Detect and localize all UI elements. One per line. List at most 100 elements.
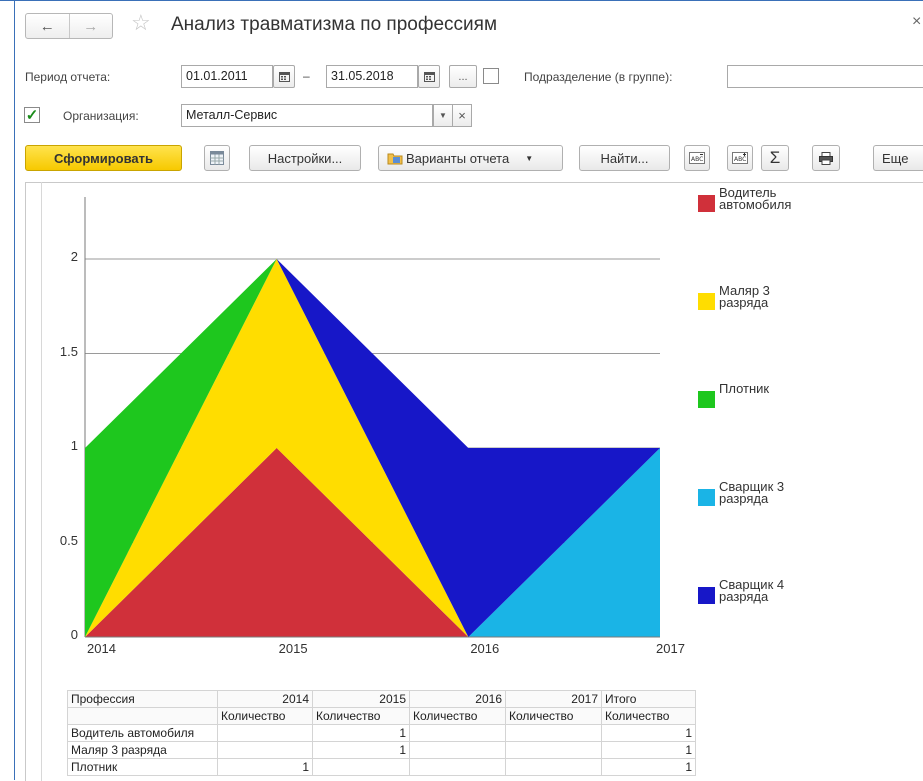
x-tick-label: 2015 — [278, 641, 308, 656]
forward-button[interactable]: → — [68, 14, 113, 38]
table-cell: Количество — [505, 707, 602, 725]
report-variants-button[interactable]: Варианты отчета ▼ — [378, 145, 563, 171]
settings-button[interactable]: Настройки... — [249, 145, 361, 171]
table-cell — [217, 724, 313, 742]
table-cell — [67, 707, 218, 725]
folder-icon — [387, 153, 403, 165]
table-cell: 1 — [217, 758, 313, 776]
legend-item: Водитель автомобиля — [698, 185, 819, 212]
table-cell: 1 — [601, 724, 696, 742]
period-select-button[interactable]: ... — [449, 65, 477, 88]
collapse-groups-button[interactable]: ABC — [684, 145, 710, 171]
x-tick-label: 2017 — [656, 641, 685, 656]
table-row: Плотник 1 1 — [67, 758, 696, 776]
legend-label: Сварщик 4 разряда — [719, 577, 785, 604]
table-cell — [409, 758, 506, 776]
x-tick-label: 2016 — [470, 641, 500, 656]
legend-swatch — [698, 293, 715, 310]
calendar-icon — [423, 72, 435, 82]
y-tick-label: 0.5 — [59, 532, 78, 548]
table-cell — [312, 758, 410, 776]
calendar-to-button[interactable] — [418, 65, 440, 88]
table-cell: 1 — [312, 724, 410, 742]
report-table: Профессия 2014 2015 2016 2017 Итого Количество… — [67, 690, 696, 776]
division-label: Подразделение (в группе): — [524, 70, 673, 84]
table-cell: Количество — [217, 707, 313, 725]
table-cell: 1 — [601, 758, 696, 776]
table-row: Маляр 3 разряда 1 1 — [67, 741, 696, 759]
favorite-star-icon[interactable]: ☆ — [131, 10, 151, 36]
printer-icon — [819, 151, 833, 165]
report-variants-label: Варианты отчета — [406, 150, 510, 166]
calendar-icon — [278, 72, 290, 82]
expand-groups-icon: ABC — [732, 152, 748, 164]
report-window: ← → ☆ Анализ травматизма по профессиям ×… — [14, 0, 923, 781]
y-tick-label: 1.5 — [59, 343, 78, 359]
table-cell — [505, 741, 602, 759]
y-tick-label: 0 — [70, 627, 78, 642]
legend-swatch — [698, 489, 715, 506]
table-cell: Водитель автомобиля — [67, 724, 218, 742]
table-cell — [505, 724, 602, 742]
organization-field[interactable]: Металл-Сервис — [181, 104, 433, 127]
division-field[interactable] — [727, 65, 923, 88]
organization-clear-button[interactable]: × — [452, 104, 472, 127]
y-tick-label: 2 — [70, 249, 78, 264]
legend-item: Плотник — [698, 382, 819, 408]
table-header-row: Профессия 2014 2015 2016 2017 Итого — [67, 690, 696, 708]
chevron-down-icon: ▼ — [439, 111, 447, 120]
legend-item: Сварщик 3 разряда — [698, 479, 819, 506]
table-cell — [505, 758, 602, 776]
stacked-area-chart — [84, 197, 660, 638]
date-to-field[interactable]: 31.05.2018 — [326, 65, 418, 88]
arrow-right-icon: → — [83, 17, 99, 35]
find-button[interactable]: Найти... — [579, 145, 670, 171]
legend-item: Сварщик 4 разряда — [698, 577, 819, 604]
legend-label: Маляр 3 разряда — [719, 283, 770, 310]
date-from-field[interactable]: 01.01.2011 — [181, 65, 273, 88]
period-label: Период отчета: — [25, 70, 111, 84]
table-cell — [409, 741, 506, 759]
table-cell: Маляр 3 разряда — [67, 741, 218, 759]
more-button[interactable]: Еще — [873, 145, 923, 171]
legend-label: Водитель автомобиля — [719, 185, 792, 212]
legend-item: Маляр 3 разряда — [698, 283, 819, 310]
table-cell: 1 — [601, 741, 696, 759]
page-title: Анализ травматизма по профессиям — [171, 14, 498, 35]
table-cell: Количество — [601, 707, 696, 725]
close-icon[interactable]: × — [912, 13, 921, 31]
table-subheader-row: Количество Количество Количество Количество… — [67, 707, 696, 725]
legend-swatch — [698, 587, 715, 604]
date-range-dash: – — [303, 69, 310, 83]
sum-icon: Σ — [769, 148, 781, 167]
division-checkbox[interactable] — [483, 68, 499, 84]
x-tick-label: 2014 — [87, 641, 116, 656]
table-cell — [409, 724, 506, 742]
legend-label: Сварщик 3 разряда — [719, 479, 785, 506]
table-cell: Плотник — [67, 758, 218, 776]
table-cell: 2016 — [409, 690, 506, 708]
report-panel-button[interactable] — [204, 145, 230, 171]
generate-button[interactable]: Сформировать — [25, 145, 182, 171]
print-button[interactable] — [812, 145, 840, 171]
organization-checkbox[interactable]: ✓ — [24, 107, 40, 124]
table-cell: Итого — [601, 690, 696, 708]
table-cell: 1 — [312, 741, 410, 759]
navigation-buttons: ← → — [25, 13, 113, 39]
calendar-from-button[interactable] — [273, 65, 295, 88]
svg-text:ABC: ABC — [691, 156, 703, 163]
table-cell: 2014 — [217, 690, 313, 708]
organization-dropdown-button[interactable]: ▼ — [433, 104, 453, 127]
arrow-left-icon: ← — [39, 17, 55, 35]
table-cell: 2017 — [505, 690, 602, 708]
y-tick-label: 1 — [70, 438, 78, 453]
expand-groups-button[interactable]: ABC — [727, 145, 753, 171]
organization-label: Организация: — [63, 109, 139, 123]
table-settings-icon — [210, 151, 224, 165]
table-cell: Количество — [312, 707, 410, 725]
table-cell — [217, 741, 313, 759]
back-button[interactable]: ← — [26, 14, 69, 38]
sum-button[interactable]: Σ — [761, 145, 789, 171]
collapse-groups-icon: ABC — [689, 152, 705, 164]
clear-icon: × — [458, 108, 466, 123]
